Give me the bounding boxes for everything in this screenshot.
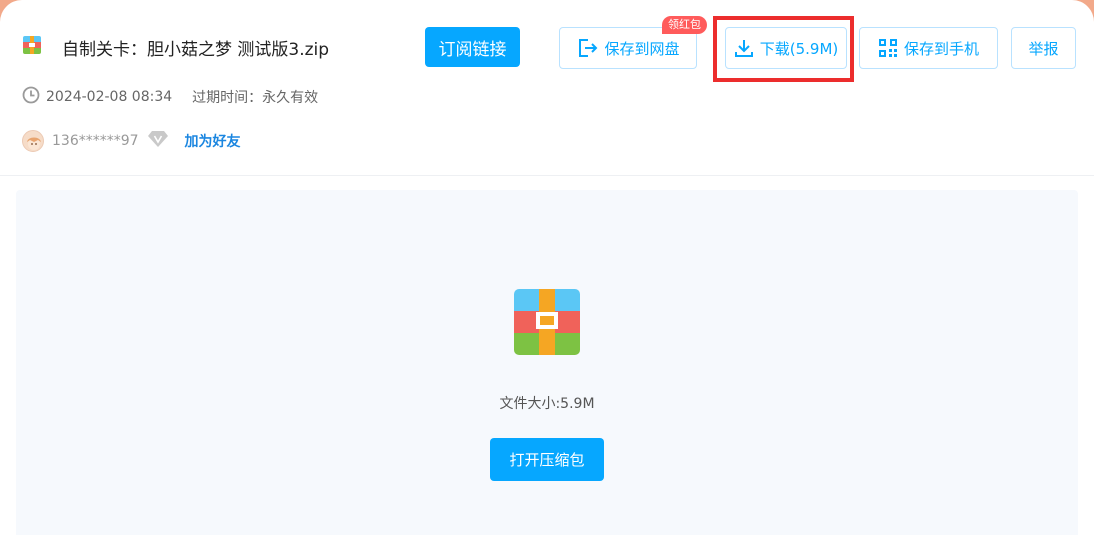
- file-header: 自制关卡：胆小菇之梦 测试版3.zip 订阅链接 保存到网盘 领红包 下载(5.…: [0, 0, 1094, 176]
- save-netdisk-icon: [576, 37, 598, 59]
- file-meta: 2024-02-08 08:34 过期时间： 永久有效: [22, 86, 318, 108]
- file-preview: 文件大小:5.9M 打开压缩包: [16, 190, 1078, 535]
- uploader-info: 136******97 加为好友: [22, 130, 241, 152]
- open-archive-button[interactable]: 打开压缩包: [490, 438, 604, 481]
- zip-archive-icon: [514, 289, 580, 355]
- save-to-phone-button[interactable]: 保存到手机: [859, 27, 998, 69]
- upload-date: 2024-02-08 08:34: [46, 89, 173, 105]
- add-friend-link[interactable]: 加为好友: [185, 131, 241, 151]
- report-button[interactable]: 举报: [1011, 27, 1076, 69]
- username: 136******97: [52, 133, 139, 149]
- download-label: 下载(5.9M): [759, 39, 839, 58]
- expire-label: 过期时间：: [192, 90, 263, 106]
- download-icon: [734, 38, 754, 58]
- download-button[interactable]: 下载(5.9M): [725, 27, 847, 69]
- avatar: [22, 130, 44, 152]
- qr-code-icon: [878, 38, 898, 58]
- share-card: 自制关卡：胆小菇之梦 测试版3.zip 订阅链接 保存到网盘 领红包 下载(5.…: [0, 0, 1094, 535]
- save-netdisk-label: 保存到网盘: [604, 39, 680, 58]
- save-phone-label: 保存到手机: [903, 39, 979, 58]
- file-title: 自制关卡：胆小菇之梦 测试版3.zip: [62, 40, 330, 60]
- zip-file-icon: [23, 36, 41, 54]
- vip-diamond-icon: [147, 130, 169, 152]
- file-size-label: 文件大小:5.9M: [499, 396, 595, 412]
- subscribe-link-button[interactable]: 订阅链接: [425, 27, 520, 67]
- expire-value: 永久有效: [262, 90, 319, 106]
- red-packet-badge[interactable]: 领红包: [662, 16, 707, 34]
- clock-icon: [22, 86, 40, 108]
